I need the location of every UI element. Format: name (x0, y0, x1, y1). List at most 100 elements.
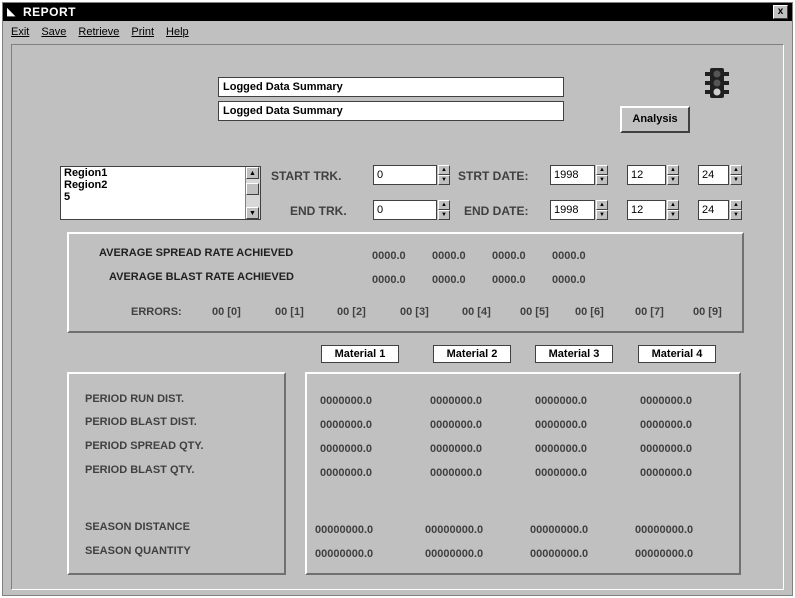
down-arrow-icon[interactable]: ▼ (667, 210, 679, 220)
material-3-header: Material 3 (535, 345, 613, 363)
blast-rate-value: 0000.0 (432, 274, 466, 286)
table-cell: 0000000.0 (430, 419, 482, 431)
start-year-spinner[interactable]: ▲ ▼ (596, 165, 608, 185)
down-arrow-icon[interactable]: ▼ (730, 175, 742, 185)
start-track-field[interactable]: 0 ▲ ▼ (373, 165, 450, 185)
table-cell: 0000000.0 (535, 443, 587, 455)
table-cell: 00000000.0 (315, 524, 374, 536)
up-arrow-icon[interactable]: ▲ (438, 200, 450, 210)
up-arrow-icon[interactable]: ▲ (438, 165, 450, 175)
start-day-value[interactable]: 24 (698, 165, 729, 185)
start-year-field[interactable]: 1998 ▲ ▼ (550, 165, 608, 185)
down-arrow-icon[interactable]: ▼ (438, 175, 450, 185)
row-label: PERIOD BLAST DIST. (85, 416, 197, 428)
row-label: SEASON DISTANCE (85, 521, 190, 533)
up-arrow-icon[interactable]: ▲ (730, 165, 742, 175)
blast-rate-value: 0000.0 (552, 274, 586, 286)
menu-exit[interactable]: Exit (11, 26, 29, 38)
end-year-field[interactable]: 1998 ▲ ▼ (550, 200, 608, 220)
down-arrow-icon[interactable]: ▼ (596, 175, 608, 185)
up-arrow-icon[interactable]: ▲ (596, 165, 608, 175)
table-cell: 00000000.0 (635, 548, 694, 560)
spread-rate-value: 0000.0 (492, 250, 526, 262)
blast-rate-label: AVERAGE BLAST RATE ACHIEVED (109, 271, 294, 283)
start-day-spinner[interactable]: ▲ ▼ (730, 165, 742, 185)
start-year-value[interactable]: 1998 (550, 165, 595, 185)
spread-rate-value: 0000.0 (372, 250, 406, 262)
spread-rate-label: AVERAGE SPREAD RATE ACHIEVED (99, 247, 294, 259)
menu-save[interactable]: Save (41, 26, 66, 38)
table-cell: 0000000.0 (320, 467, 372, 479)
table-cell: 0000000.0 (320, 443, 372, 455)
scroll-down-icon[interactable]: ▼ (246, 207, 259, 219)
close-button[interactable]: x (773, 5, 788, 19)
summary-line-1[interactable]: Logged Data Summary (218, 77, 564, 97)
end-day-spinner[interactable]: ▲ ▼ (730, 200, 742, 220)
table-cell: 0000000.0 (640, 443, 692, 455)
scroll-thumb[interactable] (246, 183, 259, 195)
start-month-value[interactable]: 12 (627, 165, 666, 185)
menu-bar: Exit Save Retrieve Print Help (3, 22, 792, 42)
material-2-header: Material 2 (433, 345, 511, 363)
end-year-spinner[interactable]: ▲ ▼ (596, 200, 608, 220)
start-month-field[interactable]: 12 ▲ ▼ (627, 165, 679, 185)
list-item[interactable]: Region2 (61, 179, 260, 191)
title-bar[interactable]: ◣ REPORT x (3, 3, 792, 21)
table-cell: 0000000.0 (535, 395, 587, 407)
spread-rate-value: 0000.0 (552, 250, 586, 262)
analysis-button[interactable]: Analysis (620, 106, 690, 133)
error-value: 00 [3] (400, 306, 429, 318)
table-cell: 00000000.0 (530, 548, 589, 560)
table-cell: 0000000.0 (430, 467, 482, 479)
table-cell: 00000000.0 (425, 524, 484, 536)
window-icon[interactable]: ◣ (7, 6, 19, 18)
menu-retrieve[interactable]: Retrieve (78, 26, 119, 38)
up-arrow-icon[interactable]: ▲ (730, 200, 742, 210)
down-arrow-icon[interactable]: ▼ (438, 210, 450, 220)
start-day-field[interactable]: 24 ▲ ▼ (698, 165, 742, 185)
down-arrow-icon[interactable]: ▼ (667, 175, 679, 185)
list-item[interactable]: 5 (61, 191, 260, 203)
up-arrow-icon[interactable]: ▲ (596, 200, 608, 210)
menu-help[interactable]: Help (166, 26, 189, 38)
up-arrow-icon[interactable]: ▲ (667, 165, 679, 175)
listbox-scrollbar[interactable]: ▲ ▼ (245, 167, 260, 219)
table-cell: 0000000.0 (640, 467, 692, 479)
error-value: 00 [1] (275, 306, 304, 318)
table-cell: 0000000.0 (535, 419, 587, 431)
up-arrow-icon[interactable]: ▲ (667, 200, 679, 210)
table-cell: 0000000.0 (320, 419, 372, 431)
table-cell: 0000000.0 (430, 395, 482, 407)
table-cell: 0000000.0 (320, 395, 372, 407)
scroll-up-icon[interactable]: ▲ (246, 167, 259, 179)
end-track-field[interactable]: 0 ▲ ▼ (373, 200, 450, 220)
end-day-field[interactable]: 24 ▲ ▼ (698, 200, 742, 220)
start-month-spinner[interactable]: ▲ ▼ (667, 165, 679, 185)
end-month-value[interactable]: 12 (627, 200, 666, 220)
list-item[interactable]: Region1 (61, 167, 260, 179)
end-track-spinner[interactable]: ▲ ▼ (438, 200, 450, 220)
table-cell: 00000000.0 (635, 524, 694, 536)
end-year-value[interactable]: 1998 (550, 200, 595, 220)
start-track-spinner[interactable]: ▲ ▼ (438, 165, 450, 185)
error-value: 00 [5] (520, 306, 549, 318)
end-day-value[interactable]: 24 (698, 200, 729, 220)
end-month-field[interactable]: 12 ▲ ▼ (627, 200, 679, 220)
table-cell: 0000000.0 (535, 467, 587, 479)
end-track-value[interactable]: 0 (373, 200, 437, 220)
error-value: 00 [7] (635, 306, 664, 318)
menu-print[interactable]: Print (131, 26, 154, 38)
blast-rate-value: 0000.0 (372, 274, 406, 286)
error-value: 00 [9] (693, 306, 722, 318)
errors-label: ERRORS: (131, 306, 182, 318)
region-listbox[interactable]: Region1 Region2 5 ▲ ▼ (60, 166, 261, 220)
row-label: SEASON QUANTITY (85, 545, 191, 557)
end-month-spinner[interactable]: ▲ ▼ (667, 200, 679, 220)
row-label: PERIOD SPREAD QTY. (85, 440, 204, 452)
summary-line-2[interactable]: Logged Data Summary (218, 101, 564, 121)
down-arrow-icon[interactable]: ▼ (596, 210, 608, 220)
table-cell: 00000000.0 (315, 548, 374, 560)
start-track-value[interactable]: 0 (373, 165, 437, 185)
down-arrow-icon[interactable]: ▼ (730, 210, 742, 220)
table-cell: 0000000.0 (430, 443, 482, 455)
